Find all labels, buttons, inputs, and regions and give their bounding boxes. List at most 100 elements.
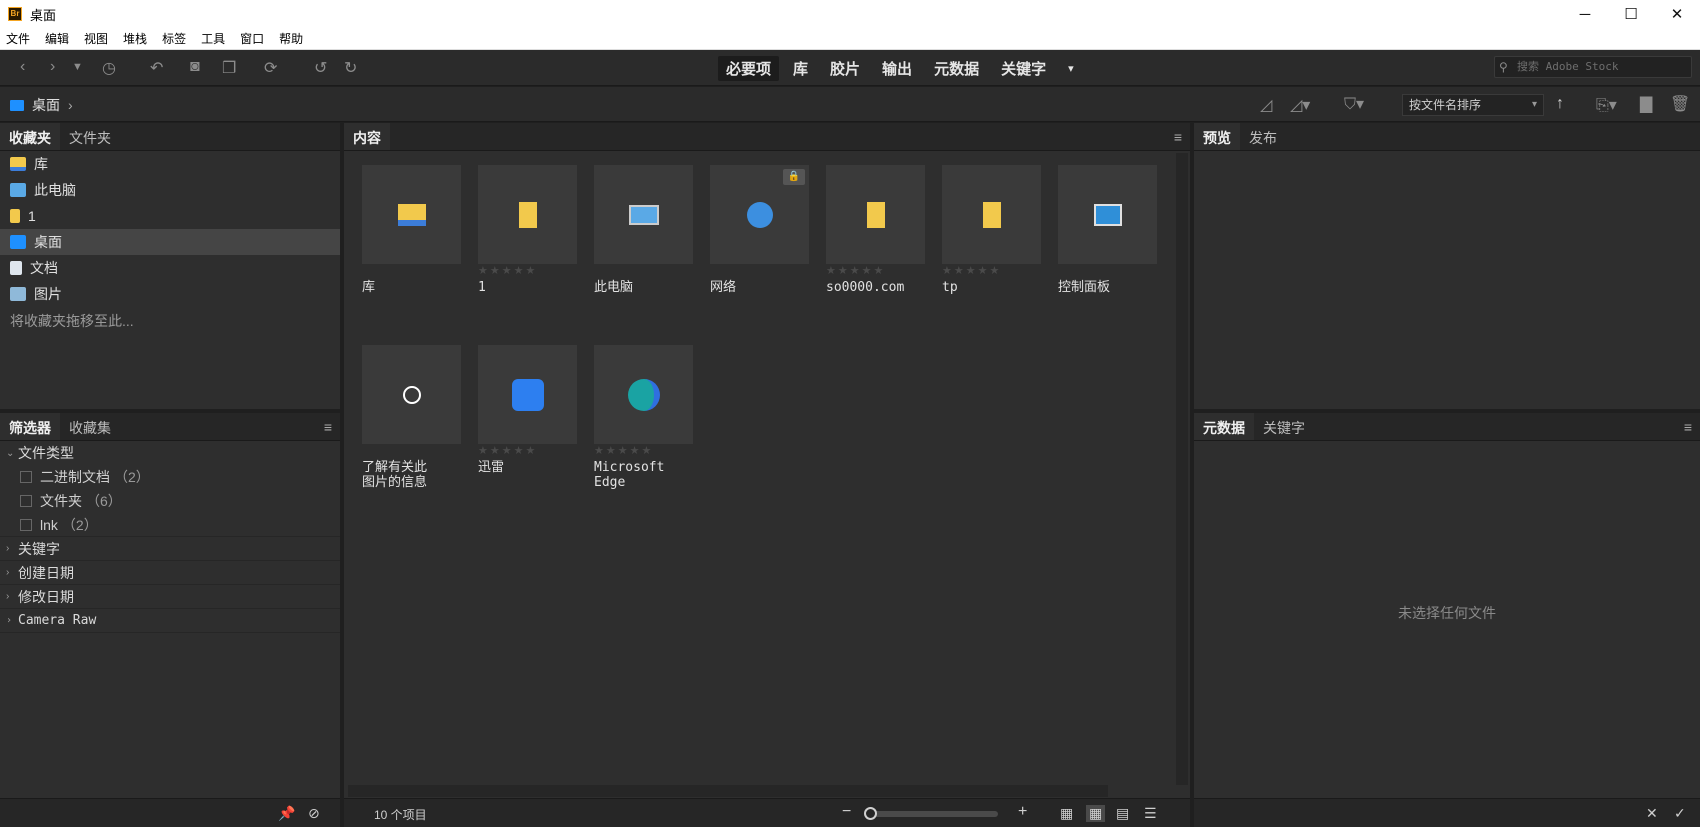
rating-stars[interactable] <box>1058 264 1165 278</box>
delete-icon[interactable]: 🗑 <box>1670 94 1690 114</box>
filter-group-file-type[interactable]: ⌄ 文件类型 <box>0 441 340 465</box>
open-recent-icon[interactable]: ⎘▾ <box>1596 95 1617 115</box>
panel-menu-icon[interactable]: ≡ <box>1684 419 1692 435</box>
rating-stars[interactable]: ★★★★★ <box>478 264 585 278</box>
menu-label[interactable]: 标签 <box>162 30 186 47</box>
quality-icon[interactable]: ◿ <box>1260 95 1272 115</box>
filter-option[interactable]: 文件夹 （6） <box>0 489 340 513</box>
close-button[interactable]: ✕ <box>1654 0 1700 28</box>
favorite-documents[interactable]: 文档 <box>0 255 340 281</box>
back-icon[interactable]: ‹ <box>20 58 25 76</box>
apply-icon[interactable]: ✓ <box>1674 805 1686 822</box>
menu-help[interactable]: 帮助 <box>279 30 303 47</box>
thumbnail-item[interactable]: ★★★★★ 迅雷 <box>478 345 585 475</box>
filter-group-camera-raw[interactable]: › Camera Raw <box>0 609 340 633</box>
boomerang-icon[interactable]: ↶ <box>150 58 163 78</box>
sort-dropdown[interactable]: 按文件名排序 ▾ <box>1402 94 1544 116</box>
rating-stars[interactable]: ★★★★★ <box>478 444 585 458</box>
rating-stars[interactable] <box>710 264 817 278</box>
menu-view[interactable]: 视图 <box>84 30 108 47</box>
view-details-icon[interactable]: ▤ <box>1116 805 1129 822</box>
filter-group-modified[interactable]: › 修改日期 <box>0 585 340 609</box>
filter-option[interactable]: 二进制文档 （2） <box>0 465 340 489</box>
workspace-more-icon[interactable]: ▾ <box>1060 60 1082 77</box>
thumbnail[interactable] <box>942 165 1041 264</box>
new-folder-icon[interactable]: ▇ <box>1640 94 1652 114</box>
pin-icon[interactable]: 📌 <box>278 805 295 822</box>
cancel-icon[interactable]: ✕ <box>1646 805 1658 822</box>
filter-icon[interactable]: ⛉▾ <box>1344 94 1364 114</box>
view-list-icon[interactable]: ☰ <box>1144 805 1157 822</box>
vertical-scrollbar[interactable] <box>1176 153 1188 785</box>
tab-publish[interactable]: 发布 <box>1240 123 1286 150</box>
menu-tools[interactable]: 工具 <box>201 30 225 47</box>
workspace-metadata[interactable]: 元数据 <box>926 56 987 81</box>
filter-group-created[interactable]: › 创建日期 <box>0 561 340 585</box>
thumbnail[interactable] <box>1058 165 1157 264</box>
view-thumbnails-icon[interactable]: ▦ <box>1086 805 1106 822</box>
tab-metadata[interactable]: 元数据 <box>1194 413 1254 440</box>
thumbnail-item[interactable]: 了解有关此 图片的信息 <box>362 345 469 490</box>
panel-menu-icon[interactable]: ≡ <box>1174 129 1182 145</box>
breadcrumb[interactable]: 桌面 › <box>10 95 73 115</box>
thumbnail-item[interactable]: ★★★★★ 1 <box>478 165 585 295</box>
panel-menu-icon[interactable]: ≡ <box>324 419 332 435</box>
thumbnail[interactable] <box>478 345 577 444</box>
rating-stars[interactable] <box>362 444 469 458</box>
thumbnail-size-slider[interactable] <box>864 807 998 820</box>
recent-history-icon[interactable]: ◷ <box>102 58 116 78</box>
menu-file[interactable]: 文件 <box>6 30 30 47</box>
menu-window[interactable]: 窗口 <box>240 30 264 47</box>
thumbnail-item[interactable]: ★★★★★ Microsoft Edge <box>594 345 701 490</box>
checkbox[interactable] <box>20 471 32 483</box>
chevron-down-icon[interactable]: ▼ <box>72 61 83 73</box>
thumbnail[interactable] <box>826 165 925 264</box>
zoom-in-icon[interactable]: + <box>1018 803 1027 821</box>
menu-stack[interactable]: 堆栈 <box>123 30 147 47</box>
thumbnail-item[interactable]: ★★★★★ so0000.com <box>826 165 933 295</box>
menu-edit[interactable]: 编辑 <box>45 30 69 47</box>
thumbnail[interactable] <box>362 345 461 444</box>
tab-collections[interactable]: 收藏集 <box>60 413 120 440</box>
checkbox[interactable] <box>20 518 32 531</box>
workspace-keywords[interactable]: 关键字 <box>993 56 1054 81</box>
tab-folders[interactable]: 文件夹 <box>60 123 120 150</box>
thumbnail[interactable] <box>594 345 693 444</box>
thumbnail[interactable] <box>594 165 693 264</box>
clear-filter-icon[interactable]: ⊘ <box>308 805 320 822</box>
refine-icon[interactable]: ❐ <box>222 58 236 78</box>
favorite-this-pc[interactable]: 此电脑 <box>0 177 340 203</box>
favorite-library[interactable]: 库 <box>0 151 340 177</box>
grid-lock-icon[interactable]: ▦ <box>1060 805 1073 822</box>
workspace-output[interactable]: 输出 <box>874 56 920 81</box>
thumbnail[interactable] <box>478 165 577 264</box>
workspace-filmstrip[interactable]: 胶片 <box>822 56 868 81</box>
search-stock-input[interactable]: ⚲ 搜索 Adobe Stock <box>1494 56 1692 78</box>
rotate-left-icon[interactable]: ↺ <box>314 58 327 78</box>
rating-stars[interactable]: ★★★★★ <box>942 264 1049 278</box>
thumbnail[interactable]: 🔒 <box>710 165 809 264</box>
forward-icon[interactable]: › <box>50 58 55 76</box>
tab-filter[interactable]: 筛选器 <box>0 413 60 440</box>
thumbnail-item[interactable]: 🔒 网络 <box>710 165 817 295</box>
zoom-out-icon[interactable]: − <box>842 803 851 821</box>
horizontal-scrollbar[interactable] <box>348 785 1108 797</box>
rating-filter-icon[interactable]: ◿▾ <box>1290 95 1310 115</box>
workspace-essentials[interactable]: 必要项 <box>718 56 780 81</box>
thumbnail-item[interactable]: 控制面板 <box>1058 165 1165 295</box>
tab-favorites[interactable]: 收藏夹 <box>0 123 60 150</box>
thumbnail-item[interactable]: ★★★★★ tp <box>942 165 1049 295</box>
minimize-button[interactable]: ─ <box>1562 0 1608 28</box>
sort-ascending-icon[interactable]: ↑ <box>1556 95 1564 113</box>
thumbnail[interactable] <box>362 165 461 264</box>
favorite-pictures[interactable]: 图片 <box>0 281 340 307</box>
filter-group-keywords[interactable]: › 关键字 <box>0 537 340 561</box>
sync-icon[interactable]: ⟳ <box>264 58 277 78</box>
rotate-right-icon[interactable]: ↻ <box>344 58 357 78</box>
rating-stars[interactable]: ★★★★★ <box>594 444 701 458</box>
workspace-libraries[interactable]: 库 <box>785 56 816 81</box>
maximize-button[interactable]: ☐ <box>1608 0 1654 28</box>
thumbnail-item[interactable]: 此电脑 <box>594 165 701 295</box>
tab-content[interactable]: 内容 <box>344 123 390 150</box>
rating-stars[interactable] <box>594 264 701 278</box>
